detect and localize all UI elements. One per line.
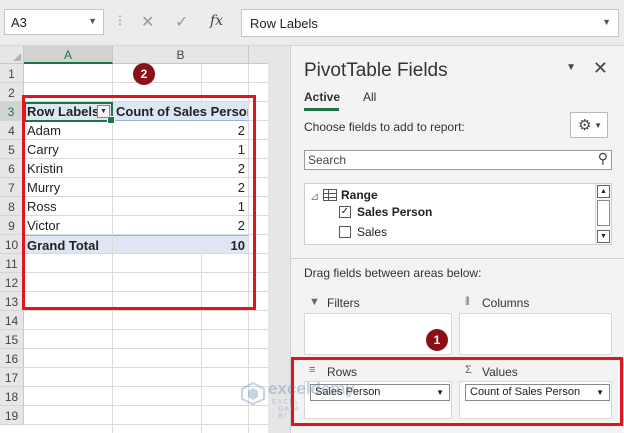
row-header[interactable]: 14 bbox=[0, 311, 24, 330]
row-header[interactable]: 5 bbox=[0, 140, 24, 159]
row-header[interactable]: 1 bbox=[0, 64, 24, 83]
row-header[interactable]: 6 bbox=[0, 159, 24, 178]
chevron-down-icon[interactable]: ▼ bbox=[566, 62, 576, 73]
column-header-c[interactable] bbox=[249, 46, 268, 64]
row-header[interactable]: 17 bbox=[0, 368, 24, 387]
row-header[interactable]: 12 bbox=[0, 273, 24, 292]
highlight-box-pivot-table bbox=[22, 95, 256, 310]
gear-icon: ⚙ bbox=[578, 117, 592, 134]
name-box[interactable]: A3 ▼ bbox=[4, 9, 104, 35]
filter-icon: ▼ bbox=[309, 296, 320, 308]
row-header[interactable]: 7 bbox=[0, 178, 24, 197]
columns-icon: ⦀ bbox=[465, 296, 470, 308]
column-header-b[interactable]: B bbox=[113, 46, 249, 64]
step-badge-2: 2 bbox=[133, 63, 155, 85]
column-header-a[interactable]: A bbox=[24, 46, 113, 64]
field-label-sales[interactable]: Sales bbox=[357, 225, 387, 239]
select-all-button[interactable] bbox=[0, 46, 24, 64]
insert-function-icon[interactable]: fx bbox=[210, 13, 223, 29]
row-header[interactable]: 18 bbox=[0, 387, 24, 406]
scroll-up-icon[interactable]: ▲ bbox=[597, 185, 610, 198]
row-header[interactable]: 11 bbox=[0, 254, 24, 273]
row-header[interactable]: 4 bbox=[0, 121, 24, 140]
pane-gutter bbox=[268, 46, 290, 433]
row-header[interactable]: 16 bbox=[0, 349, 24, 368]
field-checkbox-sales[interactable] bbox=[339, 226, 351, 238]
enter-icon[interactable]: ✓ bbox=[175, 12, 188, 32]
watermark-subtitle: EXCEL · DATA · BI bbox=[272, 399, 300, 420]
area-label-filters: Filters bbox=[327, 296, 360, 310]
drag-fields-label: Drag fields between areas below: bbox=[304, 266, 482, 280]
field-label-sales-person[interactable]: Sales Person bbox=[357, 205, 432, 219]
row-header[interactable]: 19 bbox=[0, 406, 24, 425]
search-icon[interactable]: ⚲ bbox=[598, 150, 608, 167]
table-icon bbox=[323, 189, 337, 201]
watermark-name: exceldemy bbox=[268, 379, 355, 398]
divider bbox=[291, 258, 624, 259]
search-placeholder: Search bbox=[308, 153, 347, 167]
row-header[interactable]: 9 bbox=[0, 216, 24, 235]
step-badge-1: 1 bbox=[426, 329, 448, 351]
field-checkbox-sales-person[interactable]: ✓ bbox=[339, 206, 351, 218]
field-list: ⊿ Range ✓ Sales Person Sales ▲ ▼ bbox=[304, 183, 612, 245]
field-settings-button[interactable]: ⚙ ▼ bbox=[570, 112, 608, 138]
more-icon: ⋮ bbox=[114, 13, 126, 27]
field-group-range: Range bbox=[341, 188, 378, 202]
exceldemy-logo-icon bbox=[241, 381, 265, 405]
name-box-value: A3 bbox=[11, 15, 27, 30]
choose-fields-label: Choose fields to add to report: bbox=[304, 120, 465, 134]
row-header[interactable]: 3 bbox=[0, 102, 24, 121]
scroll-thumb[interactable] bbox=[597, 200, 610, 226]
row-header[interactable]: 8 bbox=[0, 197, 24, 216]
tree-collapse-icon[interactable]: ⊿ bbox=[310, 190, 319, 203]
columns-drop-area[interactable] bbox=[459, 313, 612, 355]
formula-input[interactable]: Row Labels ▼ bbox=[241, 9, 619, 37]
close-icon[interactable]: ✕ bbox=[593, 58, 608, 79]
field-search-input[interactable]: Search ⚲ bbox=[304, 150, 612, 170]
field-list-scrollbar[interactable]: ▲ ▼ bbox=[595, 184, 611, 244]
row-header[interactable]: 15 bbox=[0, 330, 24, 349]
row-header[interactable]: 10 bbox=[0, 235, 24, 254]
pane-title: PivotTable Fields bbox=[304, 60, 448, 81]
row-header[interactable]: 13 bbox=[0, 292, 24, 311]
formula-value: Row Labels bbox=[250, 16, 318, 31]
chevron-down-icon: ▼ bbox=[594, 121, 602, 130]
worksheet: A B 1 2 3 4 5 6 7 8 9 10 11 12 13 14 15 … bbox=[0, 46, 268, 433]
area-label-columns: Columns bbox=[482, 296, 530, 310]
formula-bar: A3 ▼ ⋮ ✕ ✓ fx Row Labels ▼ bbox=[0, 0, 624, 46]
scroll-down-icon[interactable]: ▼ bbox=[597, 230, 610, 243]
row-header[interactable]: 2 bbox=[0, 83, 24, 102]
tab-active[interactable]: Active bbox=[304, 90, 340, 104]
tab-all[interactable]: All bbox=[363, 90, 376, 104]
chevron-down-icon[interactable]: ▼ bbox=[88, 16, 97, 26]
active-tab-indicator bbox=[304, 108, 339, 111]
cancel-icon[interactable]: ✕ bbox=[141, 12, 154, 32]
chevron-down-icon[interactable]: ▼ bbox=[602, 17, 611, 27]
